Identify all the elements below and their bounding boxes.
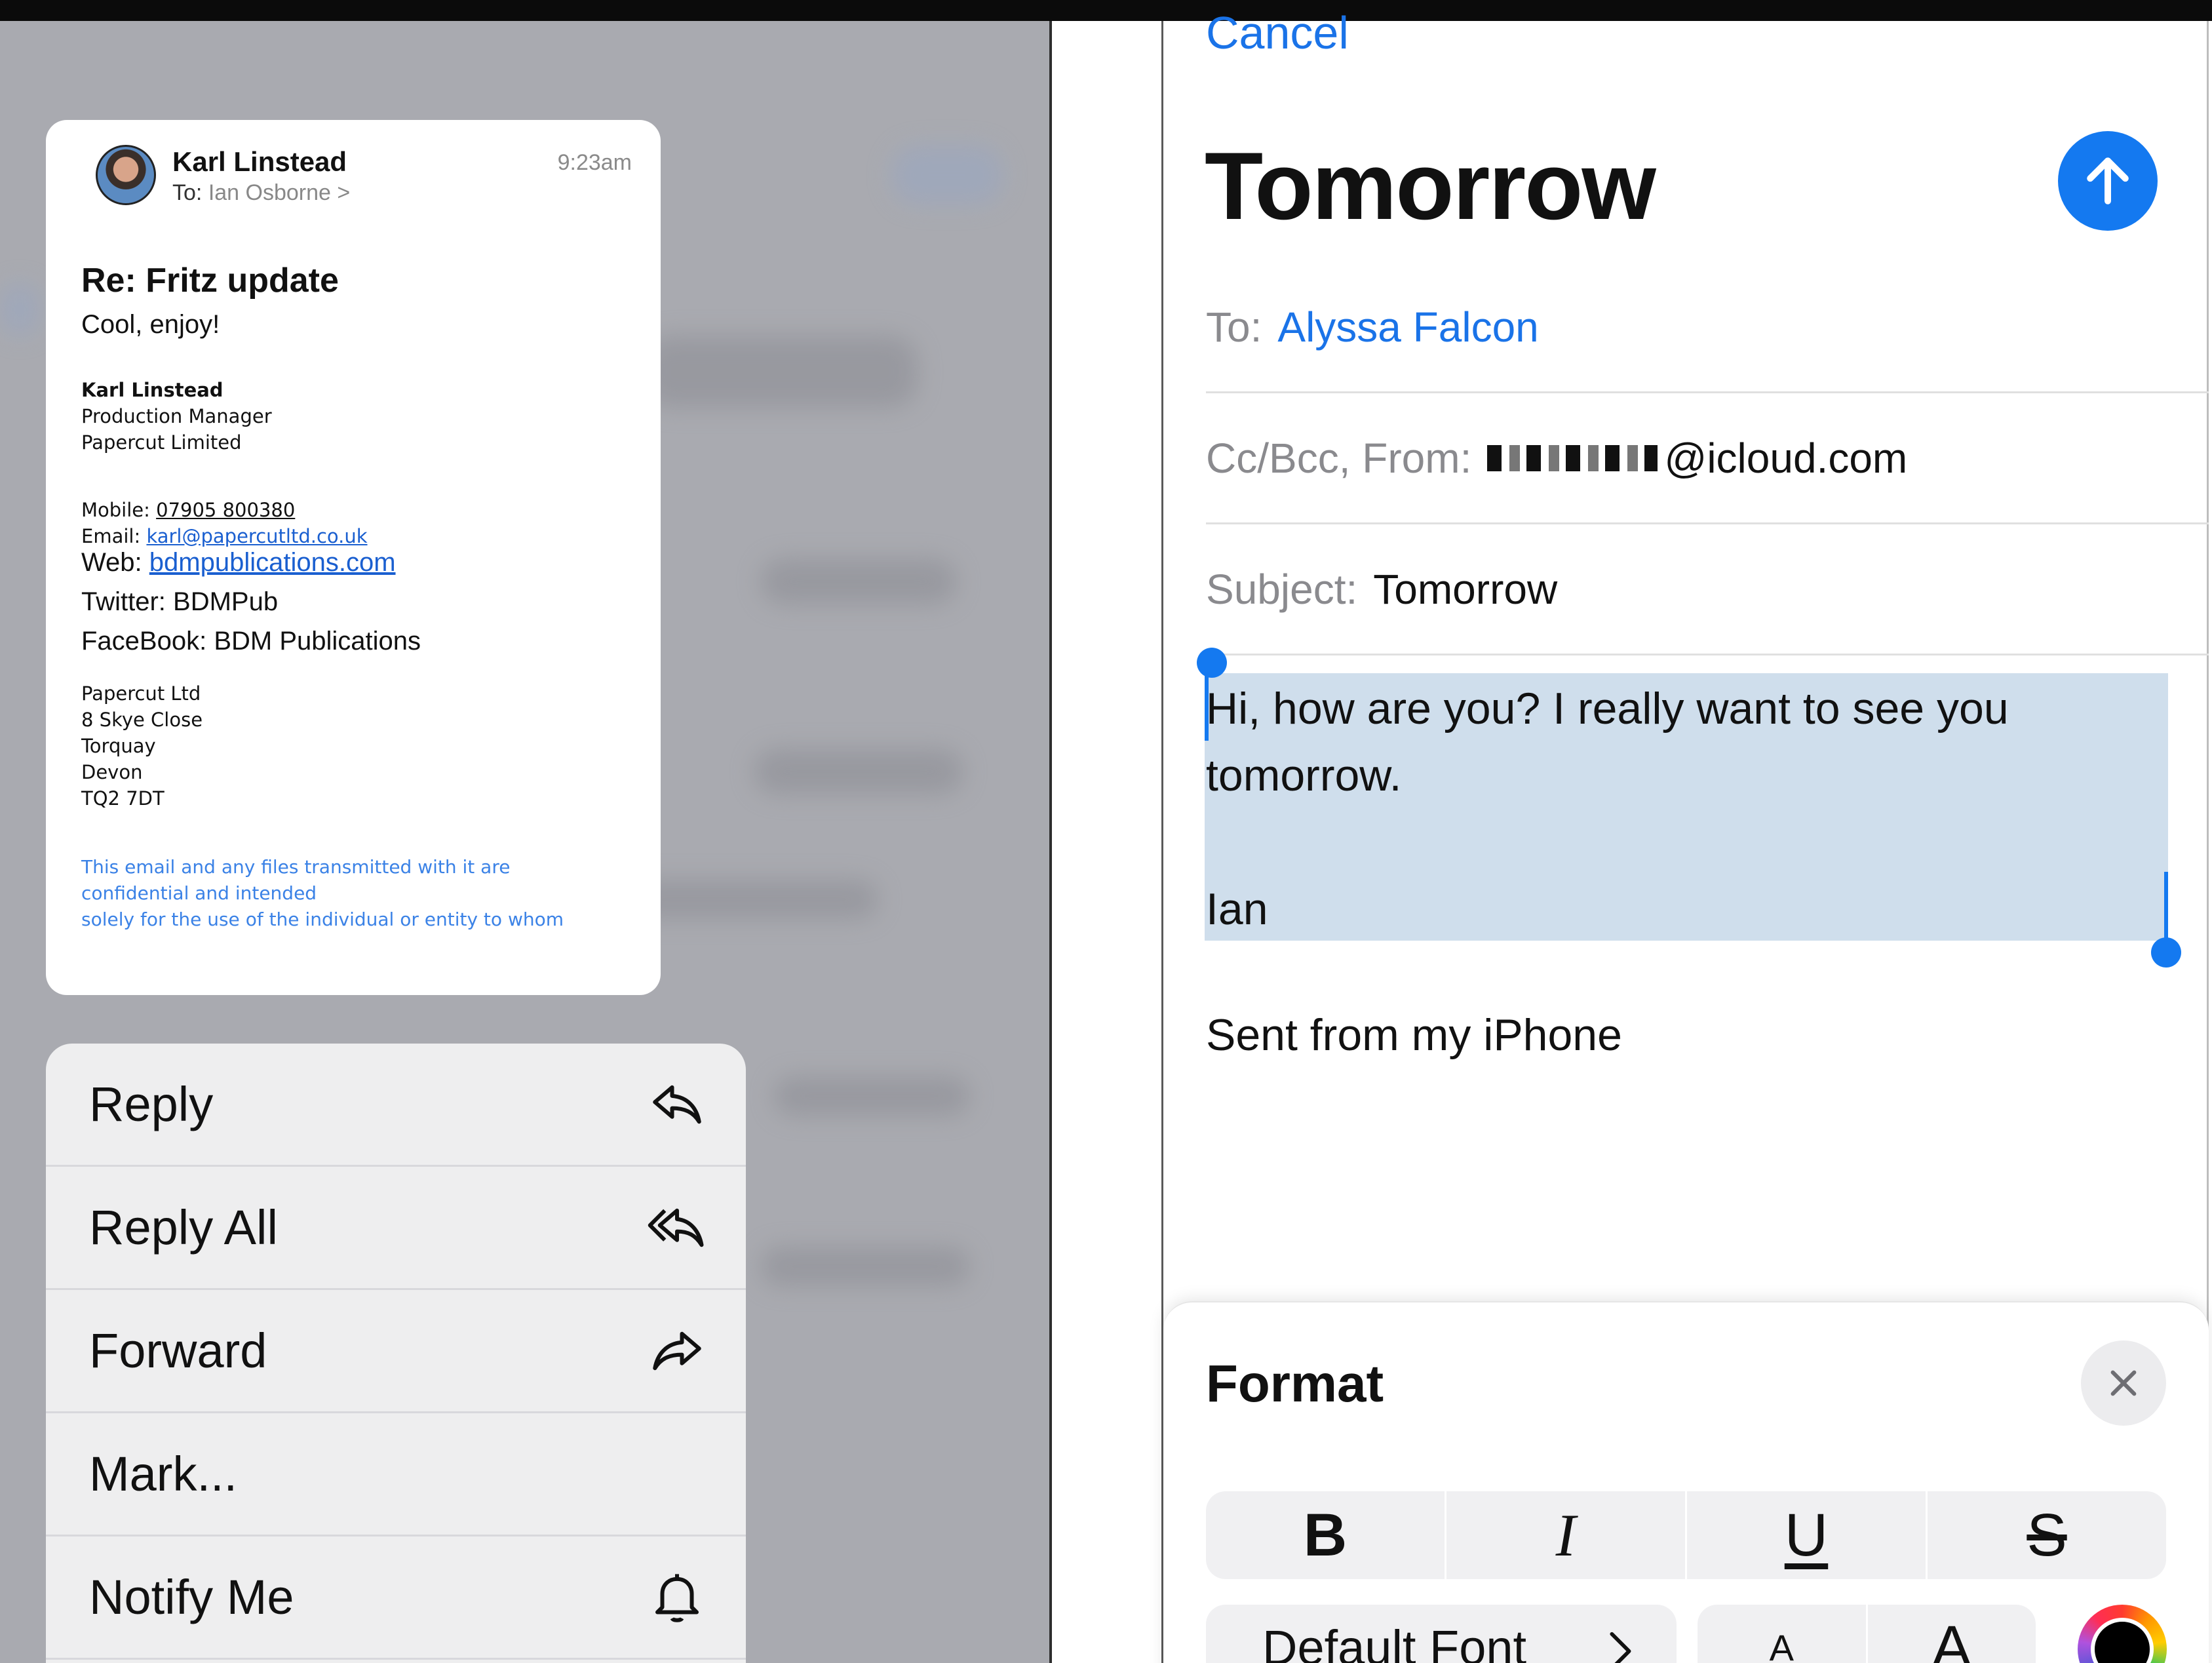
reply-icon [648, 1075, 707, 1134]
sender-name: Karl Linstead [172, 146, 347, 177]
blurred-row [760, 1247, 970, 1286]
web-link[interactable]: bdmpublications.com [149, 548, 396, 577]
mobile-line: Mobile: 07905 800380 [81, 497, 368, 523]
recipient-line: To: Ian Osborne > [172, 180, 350, 206]
close-icon [2110, 1370, 2137, 1396]
menu-item-forward[interactable]: Forward [46, 1290, 746, 1413]
blurred-row [629, 880, 878, 919]
subject-label: Subject: [1206, 565, 1358, 613]
menu-item-label: Reply [89, 1077, 214, 1131]
compose-title: Tomorrow [1205, 132, 1656, 239]
context-menu: Reply Reply All Forward Mark... Notify M… [46, 1044, 746, 1663]
blurred-badge [0, 283, 39, 336]
blurred-row [760, 558, 957, 604]
arrow-up-icon [2087, 157, 2129, 205]
selection-end-caret [2164, 872, 2168, 944]
close-format-button[interactable] [2081, 1340, 2166, 1426]
blurred-row [642, 336, 918, 408]
menu-item-notify-me[interactable]: Notify Me [46, 1536, 746, 1660]
format-title: Format [1206, 1354, 1384, 1413]
disclaimer-line: confidential and intended [81, 882, 317, 904]
message-body[interactable]: Hi, how are you? I really want to see yo… [1206, 675, 2163, 943]
web-label: Web: [81, 548, 142, 577]
address-line: TQ2 7DT [81, 787, 165, 810]
body-line: Hi, how are you? I really want to see yo… [1206, 684, 2009, 734]
menu-item-reply-all[interactable]: Reply All [46, 1167, 746, 1290]
disclaimer-text: This email and any files transmitted wit… [81, 854, 564, 933]
decrease-font-size-button[interactable]: A [1698, 1605, 1868, 1663]
address-block: Papercut Ltd 8 Skye Close Torquay Devon … [81, 680, 203, 812]
menu-item-label: Reply All [89, 1200, 278, 1255]
mobile-number[interactable]: 07905 800380 [156, 499, 295, 521]
cc-bcc-from-field[interactable]: Cc/Bcc, From: @icloud.com [1206, 393, 2209, 524]
font-name: Default Font [1262, 1620, 1527, 1663]
disclaimer-line: solely for the use of the individual or … [81, 909, 564, 930]
signature-block: Karl Linstead Production Manager Papercu… [81, 377, 272, 456]
cc-bcc-from-label: Cc/Bcc, From: [1206, 434, 1472, 482]
bell-icon [648, 1568, 707, 1627]
subject-value: Tomorrow [1373, 565, 1558, 613]
social-block: Web: bdmpublications.com Twitter: BDMPub… [81, 543, 421, 661]
signature-company: Papercut Limited [81, 431, 242, 454]
address-line: Papercut Ltd [81, 682, 201, 705]
italic-button[interactable]: I [1446, 1491, 1687, 1579]
sender-avatar [96, 145, 156, 205]
mobile-label: Mobile: [81, 499, 150, 521]
underline-button[interactable]: U [1687, 1491, 1928, 1579]
to-field[interactable]: To: Alyssa Falcon [1206, 262, 2209, 393]
increase-font-size-button[interactable]: A [1868, 1605, 2036, 1663]
subject-field[interactable]: Subject: Tomorrow [1206, 524, 2209, 655]
signature-name: Karl Linstead [81, 379, 223, 401]
redacted-email-prefix [1487, 444, 1658, 471]
color-swatch-icon [2091, 1618, 2154, 1663]
to-label: To: [1206, 303, 1262, 351]
cancel-button[interactable]: Cancel [1206, 7, 1349, 59]
email-greeting: Cool, enjoy! [81, 310, 220, 339]
web-line: Web: bdmpublications.com [81, 543, 421, 582]
recipient-token[interactable]: Alyssa Falcon [1277, 303, 1538, 351]
bold-button[interactable]: B [1206, 1491, 1446, 1579]
blurred-button [891, 146, 1003, 205]
contact-block: Mobile: 07905 800380 Email: karl@papercu… [81, 497, 368, 549]
twitter-line: Twitter: BDMPub [81, 587, 279, 616]
text-style-group: B I U S [1206, 1491, 2166, 1579]
body-line: tomorrow. [1206, 751, 1402, 800]
strikethrough-button[interactable]: S [1928, 1491, 2166, 1579]
email-preview-card[interactable]: Karl Linstead To: Ian Osborne > 9:23am R… [46, 120, 661, 995]
menu-item-label: Forward [89, 1323, 267, 1378]
address-line: 8 Skye Close [81, 709, 203, 731]
forward-icon [648, 1321, 707, 1380]
status-bar [0, 0, 2212, 21]
signature-title: Production Manager [81, 405, 272, 427]
preview-header: Karl Linstead To: Ian Osborne > 9:23am [72, 120, 634, 238]
font-picker-button[interactable]: Default Font [1206, 1605, 1677, 1663]
send-button[interactable] [2058, 131, 2158, 231]
email-time: 9:23am [557, 150, 632, 175]
to-label: To: [172, 180, 203, 205]
default-signature: Sent from my iPhone [1206, 1010, 1622, 1060]
menu-item-label: Mark... [89, 1447, 238, 1501]
blurred-row [754, 749, 963, 794]
body-signoff: Ian [1206, 884, 1268, 934]
address-line: Torquay [81, 735, 156, 757]
font-size-group: A A [1698, 1605, 2036, 1663]
from-address: @icloud.com [1664, 434, 1908, 482]
disclaimer-line: This email and any files transmitted wit… [81, 856, 511, 878]
menu-item-reply[interactable]: Reply [46, 1044, 746, 1167]
address-line: Devon [81, 761, 143, 783]
reply-all-icon [648, 1198, 707, 1257]
facebook-line: FaceBook: BDM Publications [81, 627, 421, 655]
blurred-row [773, 1076, 970, 1116]
chevron-right-icon [1610, 1632, 1631, 1663]
menu-item-label: Notify Me [89, 1570, 294, 1624]
selection-start-handle[interactable] [1197, 648, 1227, 678]
menu-item-mark[interactable]: Mark... [46, 1413, 746, 1536]
recipient-name: Ian Osborne > [208, 180, 351, 205]
email-subject: Re: Fritz update [81, 262, 339, 300]
